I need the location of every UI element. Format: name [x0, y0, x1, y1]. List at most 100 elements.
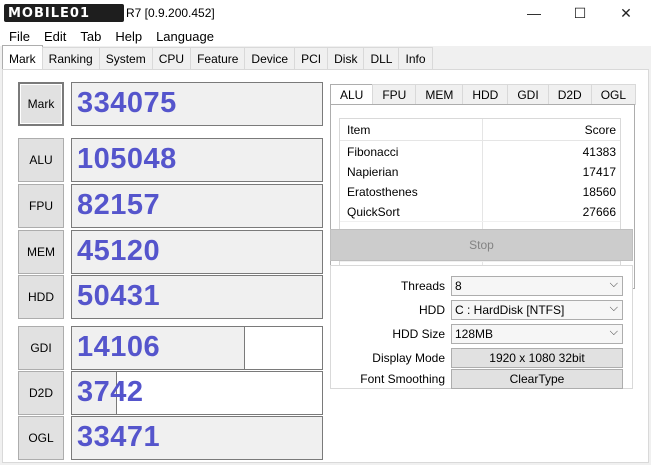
grid-line [340, 261, 620, 262]
subtab-gdi[interactable]: GDI [507, 84, 549, 105]
menu-tab[interactable]: Tab [73, 26, 108, 46]
score-row-fpu: FPU 82157 [18, 184, 323, 228]
menu-help[interactable]: Help [108, 26, 149, 46]
alu-button[interactable]: ALU [18, 138, 64, 182]
tab-disk[interactable]: Disk [327, 47, 365, 69]
setting-hdd: HDD C : HardDisk [NTFS] ⌵ [331, 300, 634, 320]
score-value-alu: 105048 [77, 143, 177, 175]
tab-system[interactable]: System [98, 47, 153, 69]
score-value-mark: 334075 [77, 87, 177, 119]
score-value-ogl: 33471 [77, 421, 161, 453]
close-button[interactable]: ✕ [603, 0, 649, 26]
row-item: QuickSort [347, 205, 400, 219]
subtab-d2d[interactable]: D2D [547, 84, 592, 105]
setting-display-mode: Display Mode 1920 x 1080 32bit [331, 348, 634, 368]
chevron-down-icon: ⌵ [609, 302, 618, 314]
score-box-mark: 334075 [71, 82, 323, 126]
row-item: Eratosthenes [347, 185, 418, 199]
display-mode-button[interactable]: 1920 x 1080 32bit [451, 348, 623, 368]
score-value-hdd: 50431 [77, 280, 161, 312]
mobile01-logo: MOBILE01 [4, 4, 124, 22]
minimize-button[interactable]: — [511, 0, 557, 26]
stop-button[interactable]: Stop [330, 229, 633, 261]
alu-detail-panel: Item Score Fibonacci 41383 Napierian 174… [330, 104, 635, 289]
score-value-gdi: 14106 [77, 331, 161, 363]
hdd-size-label: HDD Size [392, 327, 445, 341]
score-row-mem: MEM 45120 [18, 230, 323, 274]
hdd-size-value: 128MB [455, 327, 494, 341]
score-row-mark: Mark 334075 [18, 82, 323, 126]
score-row-gdi: GDI 14106 [18, 326, 323, 370]
row-score: 27666 [582, 205, 616, 219]
header-score[interactable]: Score [585, 123, 616, 137]
subtab-fpu[interactable]: FPU [372, 84, 417, 105]
score-row-alu: ALU 105048 [18, 138, 323, 182]
setting-hdd-size: HDD Size 128MB ⌵ [331, 324, 634, 344]
tab-dll[interactable]: DLL [363, 47, 400, 69]
hdd-button[interactable]: HDD [18, 275, 64, 319]
tab-feature[interactable]: Feature [190, 47, 246, 69]
threads-select[interactable]: 8 ⌵ [451, 276, 623, 296]
tab-info[interactable]: Info [398, 47, 433, 69]
score-box-hdd: 50431 [71, 275, 323, 319]
mark-button[interactable]: Mark [18, 82, 64, 126]
table-row[interactable]: Napierian 17417 [340, 161, 620, 181]
score-box-gdi: 14106 [71, 326, 323, 370]
fpu-button[interactable]: FPU [18, 184, 64, 228]
subtab-alu[interactable]: ALU [330, 84, 374, 105]
window-title: R7 [0.9.200.452] [126, 6, 215, 20]
score-box-fpu: 82157 [71, 184, 323, 228]
score-box-d2d: 3742 [71, 371, 323, 415]
d2d-button[interactable]: D2D [18, 371, 64, 415]
gdi-button[interactable]: GDI [18, 326, 64, 370]
row-item: Napierian [347, 165, 399, 179]
hdd-label: HDD [419, 303, 445, 317]
detail-tabs: ALU FPU MEM HDD GDI D2D OGL [330, 84, 637, 105]
menu-edit[interactable]: Edit [37, 26, 73, 46]
score-value-mem: 45120 [77, 235, 161, 267]
menu-language[interactable]: Language [149, 26, 221, 46]
table-row[interactable]: QuickSort 27666 [340, 201, 620, 221]
score-value-d2d: 3742 [77, 376, 144, 408]
header-item[interactable]: Item [347, 123, 370, 137]
font-smoothing-button[interactable]: ClearType [451, 369, 623, 389]
threads-value: 8 [455, 279, 462, 293]
score-value-fpu: 82157 [77, 189, 161, 221]
row-score: 41383 [582, 145, 616, 159]
tab-mark[interactable]: Mark [2, 45, 43, 69]
row-score: 18560 [582, 185, 616, 199]
subtab-hdd[interactable]: HDD [462, 84, 509, 105]
title-bar: MOBILE01 R7 [0.9.200.452] — ☐ ✕ [0, 0, 651, 26]
hdd-value: C : HardDisk [NTFS] [455, 303, 565, 317]
hdd-size-select[interactable]: 128MB ⌵ [451, 324, 623, 344]
score-box-mem: 45120 [71, 230, 323, 274]
score-box-ogl: 33471 [71, 416, 323, 460]
mem-button[interactable]: MEM [18, 230, 64, 274]
table-row[interactable]: Fibonacci 41383 [340, 141, 620, 161]
table-row[interactable]: Eratosthenes 18560 [340, 181, 620, 201]
chevron-down-icon: ⌵ [609, 278, 618, 290]
maximize-button[interactable]: ☐ [557, 0, 603, 26]
main-tabs: Mark Ranking System CPU Feature Device P… [0, 45, 651, 69]
threads-label: Threads [400, 279, 445, 293]
setting-threads: Threads 8 ⌵ [331, 276, 634, 296]
subtab-ogl[interactable]: OGL [590, 84, 637, 105]
tab-cpu[interactable]: CPU [151, 47, 192, 69]
grid-line [340, 221, 620, 222]
score-row-hdd: HDD 50431 [18, 275, 323, 319]
subtab-mem[interactable]: MEM [415, 84, 464, 105]
setting-font-smoothing: Font Smoothing ClearType [331, 369, 634, 389]
ogl-button[interactable]: OGL [18, 416, 64, 460]
menu-file[interactable]: File [2, 26, 37, 46]
score-row-ogl: OGL 33471 [18, 416, 323, 460]
hdd-select[interactable]: C : HardDisk [NTFS] ⌵ [451, 300, 623, 320]
menu-bar: File Edit Tab Help Language [0, 26, 651, 46]
tab-device[interactable]: Device [244, 47, 296, 69]
tab-pci[interactable]: PCI [294, 47, 329, 69]
font-smoothing-label: Font Smoothing [360, 372, 445, 386]
settings-panel: Threads 8 ⌵ HDD C : HardDisk [NTFS] ⌵ HD… [330, 265, 633, 389]
display-mode-label: Display Mode [372, 351, 445, 365]
detail-panel: ALU FPU MEM HDD GDI D2D OGL Item Score F… [330, 84, 637, 289]
score-box-alu: 105048 [71, 138, 323, 182]
tab-ranking[interactable]: Ranking [41, 47, 100, 69]
